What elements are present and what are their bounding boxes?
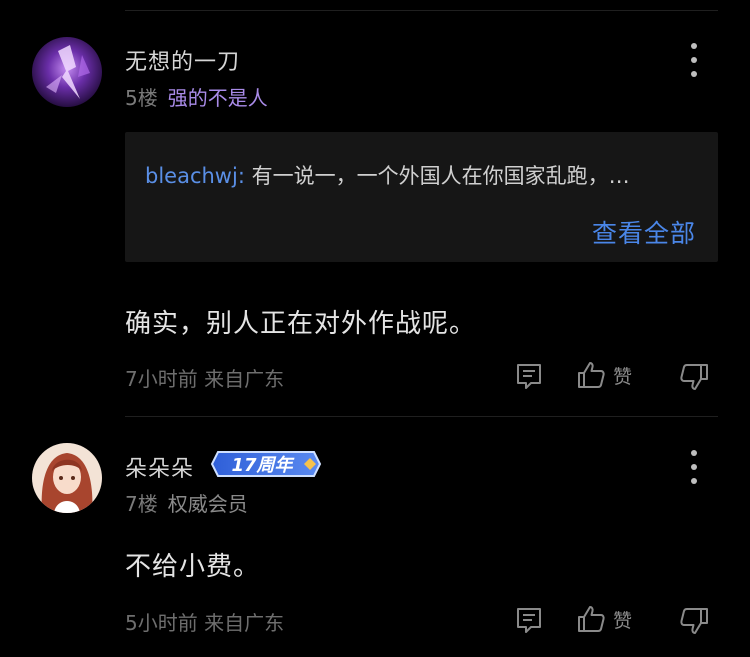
username[interactable]: 无想的一刀 — [125, 44, 240, 76]
comment-icon — [517, 608, 541, 633]
quote-line: bleachwj: 有一说一，一个外国人在你国家乱跑，… — [145, 160, 630, 190]
comment-divider — [125, 416, 718, 417]
more-icon — [691, 450, 697, 456]
comment-content: 确实，别人正在对外作战呢。 — [125, 309, 477, 339]
time-location: 7小时前 来自广东 — [125, 367, 285, 391]
comment-icon — [517, 364, 541, 389]
user-avatar[interactable] — [32, 37, 102, 107]
floor-number: 7楼 — [125, 492, 158, 516]
reply-button[interactable] — [514, 605, 544, 635]
view-all-link[interactable]: 查看全部 — [592, 214, 696, 250]
dislike-button[interactable] — [679, 361, 711, 393]
dislike-button[interactable] — [679, 605, 711, 637]
thumbs-down-icon — [680, 364, 708, 390]
thumbs-up-icon — [578, 362, 605, 388]
thumbs-down-icon — [680, 608, 708, 634]
quote-text: 有一说一，一个外国人在你国家乱跑，… — [251, 164, 630, 188]
anniversary-badge: 17周年 — [210, 451, 322, 477]
more-icon — [691, 43, 697, 49]
quoted-reply[interactable]: bleachwj: 有一说一，一个外国人在你国家乱跑，… 查看全部 — [125, 132, 718, 262]
reply-button[interactable] — [514, 361, 544, 391]
quote-username[interactable]: bleachwj: — [145, 164, 245, 188]
floor-number: 5楼 — [125, 86, 158, 110]
like-label: 赞 — [613, 609, 633, 632]
floor-and-title: 7楼 权威会员 — [125, 488, 248, 517]
like-button[interactable]: 赞 — [575, 603, 632, 635]
user-avatar[interactable] — [32, 443, 102, 513]
more-options-button[interactable] — [684, 450, 704, 484]
more-options-button[interactable] — [684, 43, 704, 77]
thumbs-up-icon — [578, 606, 605, 632]
username[interactable]: 朵朵朵 — [125, 451, 194, 483]
floor-and-title: 5楼 强的不是人 — [125, 82, 268, 111]
like-label: 赞 — [613, 365, 633, 388]
badge-text: 17周年 — [231, 455, 295, 476]
user-title: 权威会员 — [167, 492, 248, 516]
top-divider — [125, 10, 718, 11]
like-button[interactable]: 赞 — [575, 359, 632, 391]
comment-content: 不给小费。 — [125, 552, 261, 582]
user-title: 强的不是人 — [167, 86, 268, 110]
time-location: 5小时前 来自广东 — [125, 611, 285, 635]
